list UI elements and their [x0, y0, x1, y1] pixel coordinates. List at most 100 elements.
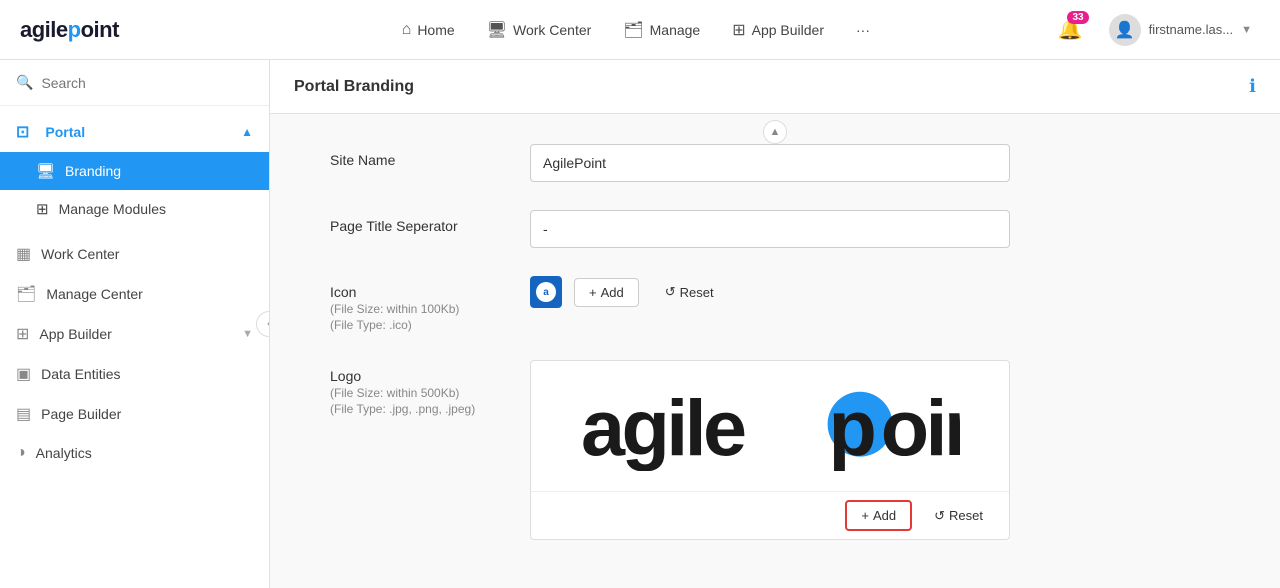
manage-modules-label: Manage Modules: [59, 201, 166, 217]
svg-text:p: p: [829, 383, 875, 471]
work-center-label: Work Center: [41, 246, 119, 262]
icon-file-type: (File Type: .ico): [330, 318, 412, 332]
grid-icon: ⊞: [732, 20, 745, 40]
modules-icon: ⊞: [36, 200, 49, 218]
nav-more-label: ···: [856, 22, 870, 38]
nav-work-center-label: Work Center: [513, 22, 591, 38]
sidebar-item-analytics[interactable]: ◑ Analytics: [0, 434, 269, 472]
chevron-down-icon: ▼: [242, 328, 253, 340]
logo-file-size: (File Size: within 500Kb): [330, 386, 459, 400]
search-box: 🔍: [0, 60, 269, 106]
page-title-sep-row: Page Title Seperator: [330, 210, 1110, 248]
data-entities-icon: ▣: [16, 364, 31, 384]
icon-reset-label: Reset: [680, 285, 714, 300]
form-area: Site Name Page Title Seperator Icon (Fil…: [270, 114, 1170, 588]
info-icon[interactable]: ℹ: [1249, 76, 1256, 97]
reset-icon: ↺: [665, 284, 676, 300]
content-header: Portal Branding ℹ: [270, 60, 1280, 114]
avatar-icon: 👤: [1115, 20, 1135, 40]
logo-reset-button[interactable]: ↺ Reset: [920, 502, 997, 530]
sidebar-item-branding[interactable]: 🖥 Branding: [0, 152, 269, 190]
sidebar-item-data-entities[interactable]: ▣ Data Entities: [0, 354, 269, 394]
nav-right: 🔔 33 👤 firstname.las... ▼: [1052, 10, 1260, 50]
nav-more[interactable]: ···: [842, 14, 884, 46]
chevron-up-icon: ▲: [241, 125, 253, 139]
nav-work-center[interactable]: 🖥 Work Center: [473, 12, 606, 48]
branding-icon: 🖥: [36, 162, 55, 180]
analytics-icon: ◑: [16, 444, 26, 462]
analytics-label: Analytics: [36, 445, 92, 461]
home-icon: ⌂: [402, 21, 412, 39]
logo-image-area: agile p oint: [531, 361, 1009, 491]
notification-badge: 33: [1067, 11, 1088, 24]
plus-icon: +: [861, 508, 869, 523]
page-builder-label: Page Builder: [41, 406, 121, 422]
site-name-input[interactable]: [530, 144, 1010, 182]
search-input[interactable]: [41, 75, 253, 91]
avatar: 👤: [1109, 14, 1141, 46]
nav-manage-label: Manage: [650, 22, 701, 38]
site-name-row: Site Name: [330, 144, 1110, 182]
icon-reset-button[interactable]: ↺ Reset: [651, 278, 728, 306]
sidebar-item-manage-center[interactable]: 🗂 Manage Center: [0, 274, 269, 314]
user-menu[interactable]: 👤 firstname.las... ▼: [1101, 10, 1260, 50]
icon-preview: a: [530, 276, 562, 308]
logo-label: Logo (File Size: within 500Kb) (File Typ…: [330, 360, 510, 416]
manage-center-label: Manage Center: [46, 286, 143, 302]
monitor-icon: 🖥: [487, 20, 507, 40]
sidebar: 🔍 ⊡ Portal ▲ 🖥 Branding ⊞ Manage Modules: [0, 60, 270, 588]
portal-icon: ⊡: [16, 122, 29, 142]
site-name-label: Site Name: [330, 144, 510, 168]
app-builder-label: App Builder: [39, 326, 111, 342]
portal-group-label: Portal: [45, 124, 85, 140]
notification-button[interactable]: 🔔 33: [1052, 11, 1089, 48]
collapse-top-button[interactable]: ▲: [763, 120, 787, 144]
briefcase-icon: 🗂: [623, 20, 643, 40]
top-nav: agilepoint ⌂ Home 🖥 Work Center 🗂 Manage…: [0, 0, 1280, 60]
logo-preview-box: agile p oint + Add ↺ Rese: [530, 360, 1010, 540]
nav-manage[interactable]: 🗂 Manage: [609, 12, 714, 48]
sidebar-item-app-builder[interactable]: ⊞ App Builder ▼: [0, 314, 269, 354]
svg-text:agile: agile: [581, 383, 745, 471]
app-logo[interactable]: agilepoint: [20, 17, 220, 43]
nav-home[interactable]: ⌂ Home: [388, 13, 469, 47]
sidebar-item-page-builder[interactable]: ▤ Page Builder: [0, 394, 269, 434]
search-icon: 🔍: [16, 74, 33, 91]
nav-center: ⌂ Home 🖥 Work Center 🗂 Manage ⊞ App Buil…: [220, 12, 1052, 48]
logo-add-button[interactable]: + Add: [845, 500, 912, 531]
main-layout: 🔍 ⊡ Portal ▲ 🖥 Branding ⊞ Manage Modules: [0, 60, 1280, 588]
chevron-down-icon: ▼: [1241, 24, 1252, 36]
app-builder-icon: ⊞: [16, 324, 29, 344]
reset-icon: ↺: [934, 508, 945, 524]
nav-app-builder-label: App Builder: [752, 22, 824, 38]
agilepoint-logo-svg: agile p oint: [580, 381, 960, 471]
logo-row: Logo (File Size: within 500Kb) (File Typ…: [330, 360, 1110, 540]
icon-controls: a + Add ↺ Reset: [530, 276, 728, 308]
sidebar-item-manage-modules[interactable]: ⊞ Manage Modules: [0, 190, 269, 228]
icon-label: Icon (File Size: within 100Kb) (File Typ…: [330, 276, 510, 332]
page-builder-icon: ▤: [16, 404, 31, 424]
data-entities-label: Data Entities: [41, 366, 120, 382]
branding-label: Branding: [65, 163, 121, 179]
icon-row: Icon (File Size: within 100Kb) (File Typ…: [330, 276, 1110, 332]
nav-app-builder[interactable]: ⊞ App Builder: [718, 12, 838, 48]
work-center-icon: ▦: [16, 244, 31, 264]
user-name: firstname.las...: [1149, 22, 1234, 37]
page-title-sep-input[interactable]: [530, 210, 1010, 248]
sidebar-portal-section: ⊡ Portal ▲ 🖥 Branding ⊞ Manage Modules: [0, 106, 269, 234]
icon-preview-inner: a: [536, 282, 556, 302]
sidebar-item-work-center[interactable]: ▦ Work Center: [0, 234, 269, 274]
page-title-sep-label: Page Title Seperator: [330, 210, 510, 234]
icon-file-size: (File Size: within 100Kb): [330, 302, 459, 316]
logo-reset-label: Reset: [949, 508, 983, 523]
icon-add-button[interactable]: + Add: [574, 278, 639, 307]
sidebar-portal-group[interactable]: ⊡ Portal ▲: [0, 112, 269, 152]
icon-add-label: Add: [601, 285, 624, 300]
plus-icon: +: [589, 285, 597, 300]
logo-add-label: Add: [873, 508, 896, 523]
page-title: Portal Branding: [294, 78, 414, 96]
nav-home-label: Home: [417, 22, 454, 38]
svg-text:oint: oint: [881, 383, 960, 471]
logo-file-type: (File Type: .jpg, .png, .jpeg): [330, 402, 475, 416]
logo-actions: + Add ↺ Reset: [531, 491, 1009, 539]
